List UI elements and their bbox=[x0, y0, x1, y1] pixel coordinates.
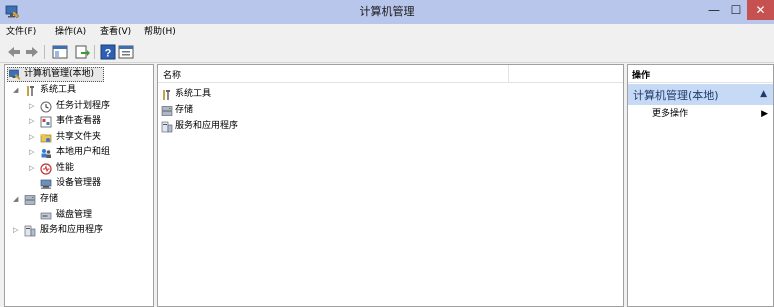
users-icon bbox=[41, 149, 51, 158]
device-manager-icon bbox=[40, 179, 52, 189]
menu-bar: 文件(F) 操作(A) 查看(V) 帮助(H) bbox=[0, 24, 774, 41]
window-title: 计算机管理 bbox=[359, 5, 415, 18]
services-icon bbox=[161, 121, 173, 133]
tree-item-label: 磁盘管理 bbox=[56, 210, 93, 220]
properties-icon[interactable] bbox=[118, 44, 134, 60]
shared-folder-icon bbox=[40, 134, 52, 143]
collapse-up-icon[interactable]: ▲ bbox=[760, 89, 767, 99]
tree-item-label: 系统工具 bbox=[40, 85, 77, 95]
menu-file[interactable]: 文件(F) bbox=[6, 26, 36, 39]
tree-item-device-manager[interactable]: 设备管理器 bbox=[40, 176, 150, 191]
collapsed-arrow-icon[interactable]: ▷ bbox=[29, 114, 37, 129]
tree-item-disk-management[interactable]: 磁盘管理 bbox=[40, 208, 150, 223]
tree-item-label: 任务计划程序 bbox=[56, 101, 111, 111]
tree-item-task-scheduler[interactable]: ▷ 任务计划程序 bbox=[29, 99, 149, 114]
event-viewer-icon bbox=[40, 116, 52, 128]
storage-icon bbox=[24, 195, 36, 205]
more-actions-label: 更多操作 bbox=[652, 109, 689, 119]
actions-pane: 操作 计算机管理(本地) ▲ 更多操作 ▶ bbox=[627, 64, 774, 307]
services-icon bbox=[24, 225, 36, 237]
column-header-name[interactable]: 名称 bbox=[163, 68, 181, 81]
actions-section-header[interactable]: 计算机管理(本地) ▲ bbox=[628, 84, 773, 105]
list-item-label: 存储 bbox=[175, 105, 194, 115]
expanded-arrow-icon[interactable]: ◢ bbox=[13, 192, 21, 207]
tools-icon bbox=[27, 86, 34, 96]
actions-header: 操作 bbox=[628, 65, 773, 83]
storage-icon bbox=[161, 106, 173, 116]
toolbar: ? bbox=[0, 41, 774, 63]
toolbar-separator bbox=[44, 45, 45, 59]
tree-item-label: 性能 bbox=[56, 163, 75, 173]
show-hide-tree-icon[interactable] bbox=[52, 44, 68, 60]
collapsed-arrow-icon[interactable]: ▷ bbox=[29, 161, 37, 176]
computer-management-window: 计算机管理 — ☐ ✕ 文件(F) 操作(A) 查看(V) 帮助(H) ? 计算… bbox=[0, 0, 774, 307]
collapsed-arrow-icon[interactable]: ▷ bbox=[13, 223, 21, 238]
collapsed-arrow-icon[interactable]: ▷ bbox=[29, 130, 37, 145]
tree-item-label: 服务和应用程序 bbox=[40, 225, 104, 235]
collapsed-arrow-icon[interactable]: ▷ bbox=[29, 145, 37, 160]
minimize-button[interactable]: — bbox=[703, 0, 725, 20]
svg-text:?: ? bbox=[105, 48, 112, 60]
tree-item-performance[interactable]: ▷ 性能 bbox=[29, 161, 149, 176]
tree-item-label: 共享文件夹 bbox=[56, 132, 102, 142]
close-button[interactable]: ✕ bbox=[747, 0, 774, 20]
tree-item-services-apps[interactable]: ▷ 服务和应用程序 bbox=[13, 223, 143, 238]
list-item-label: 系统工具 bbox=[175, 89, 212, 99]
list-column-header: 名称 bbox=[158, 65, 623, 83]
navigation-tree: 计算机管理(本地) ◢ 系统工具 ▷ 任务计划程序 ▷ 事件查看器 ▷ 共享文件… bbox=[4, 64, 154, 307]
menu-help[interactable]: 帮助(H) bbox=[144, 26, 176, 39]
maximize-button[interactable]: ☐ bbox=[725, 0, 747, 20]
computer-management-icon bbox=[9, 69, 21, 80]
menu-view[interactable]: 查看(V) bbox=[100, 26, 131, 39]
tree-root-label: 计算机管理(本地) bbox=[24, 69, 95, 79]
title-bar: 计算机管理 — ☐ ✕ bbox=[0, 0, 774, 24]
tree-item-label: 本地用户和组 bbox=[56, 147, 111, 157]
actions-section-title: 计算机管理(本地) bbox=[633, 89, 719, 102]
tree-item-label: 事件查看器 bbox=[56, 116, 102, 126]
back-arrow-icon[interactable] bbox=[6, 44, 22, 60]
collapsed-arrow-icon[interactable]: ▷ bbox=[29, 99, 37, 114]
performance-icon bbox=[40, 163, 52, 175]
export-list-icon[interactable] bbox=[74, 44, 90, 60]
tree-item-shared-folders[interactable]: ▷ 共享文件夹 bbox=[29, 130, 149, 145]
clock-icon bbox=[40, 101, 52, 113]
tree-item-label: 设备管理器 bbox=[56, 178, 102, 188]
tree-item-event-viewer[interactable]: ▷ 事件查看器 bbox=[29, 114, 149, 129]
tools-icon bbox=[163, 90, 170, 100]
actions-title: 操作 bbox=[632, 71, 651, 81]
tree-item-label: 存储 bbox=[40, 194, 59, 204]
list-item-label: 服务和应用程序 bbox=[175, 121, 239, 131]
tree-item-storage[interactable]: ◢ 存储 bbox=[13, 192, 133, 207]
more-actions-item[interactable]: 更多操作 ▶ bbox=[652, 107, 772, 121]
toolbar-separator bbox=[94, 45, 95, 59]
submenu-arrow-icon: ▶ bbox=[761, 109, 768, 119]
forward-arrow-icon[interactable] bbox=[24, 44, 40, 60]
disk-icon bbox=[40, 212, 52, 220]
tree-item-system-tools[interactable]: ◢ 系统工具 bbox=[13, 83, 133, 98]
column-separator[interactable] bbox=[508, 65, 509, 83]
menu-action[interactable]: 操作(A) bbox=[55, 26, 86, 39]
tree-item-local-users[interactable]: ▷ 本地用户和组 bbox=[29, 145, 149, 160]
content-list: 名称 系统工具 存储 服务和应用程序 bbox=[157, 64, 624, 307]
expanded-arrow-icon[interactable]: ◢ bbox=[13, 83, 21, 98]
tree-root[interactable]: 计算机管理(本地) bbox=[9, 67, 109, 82]
help-icon[interactable]: ? bbox=[100, 44, 116, 60]
